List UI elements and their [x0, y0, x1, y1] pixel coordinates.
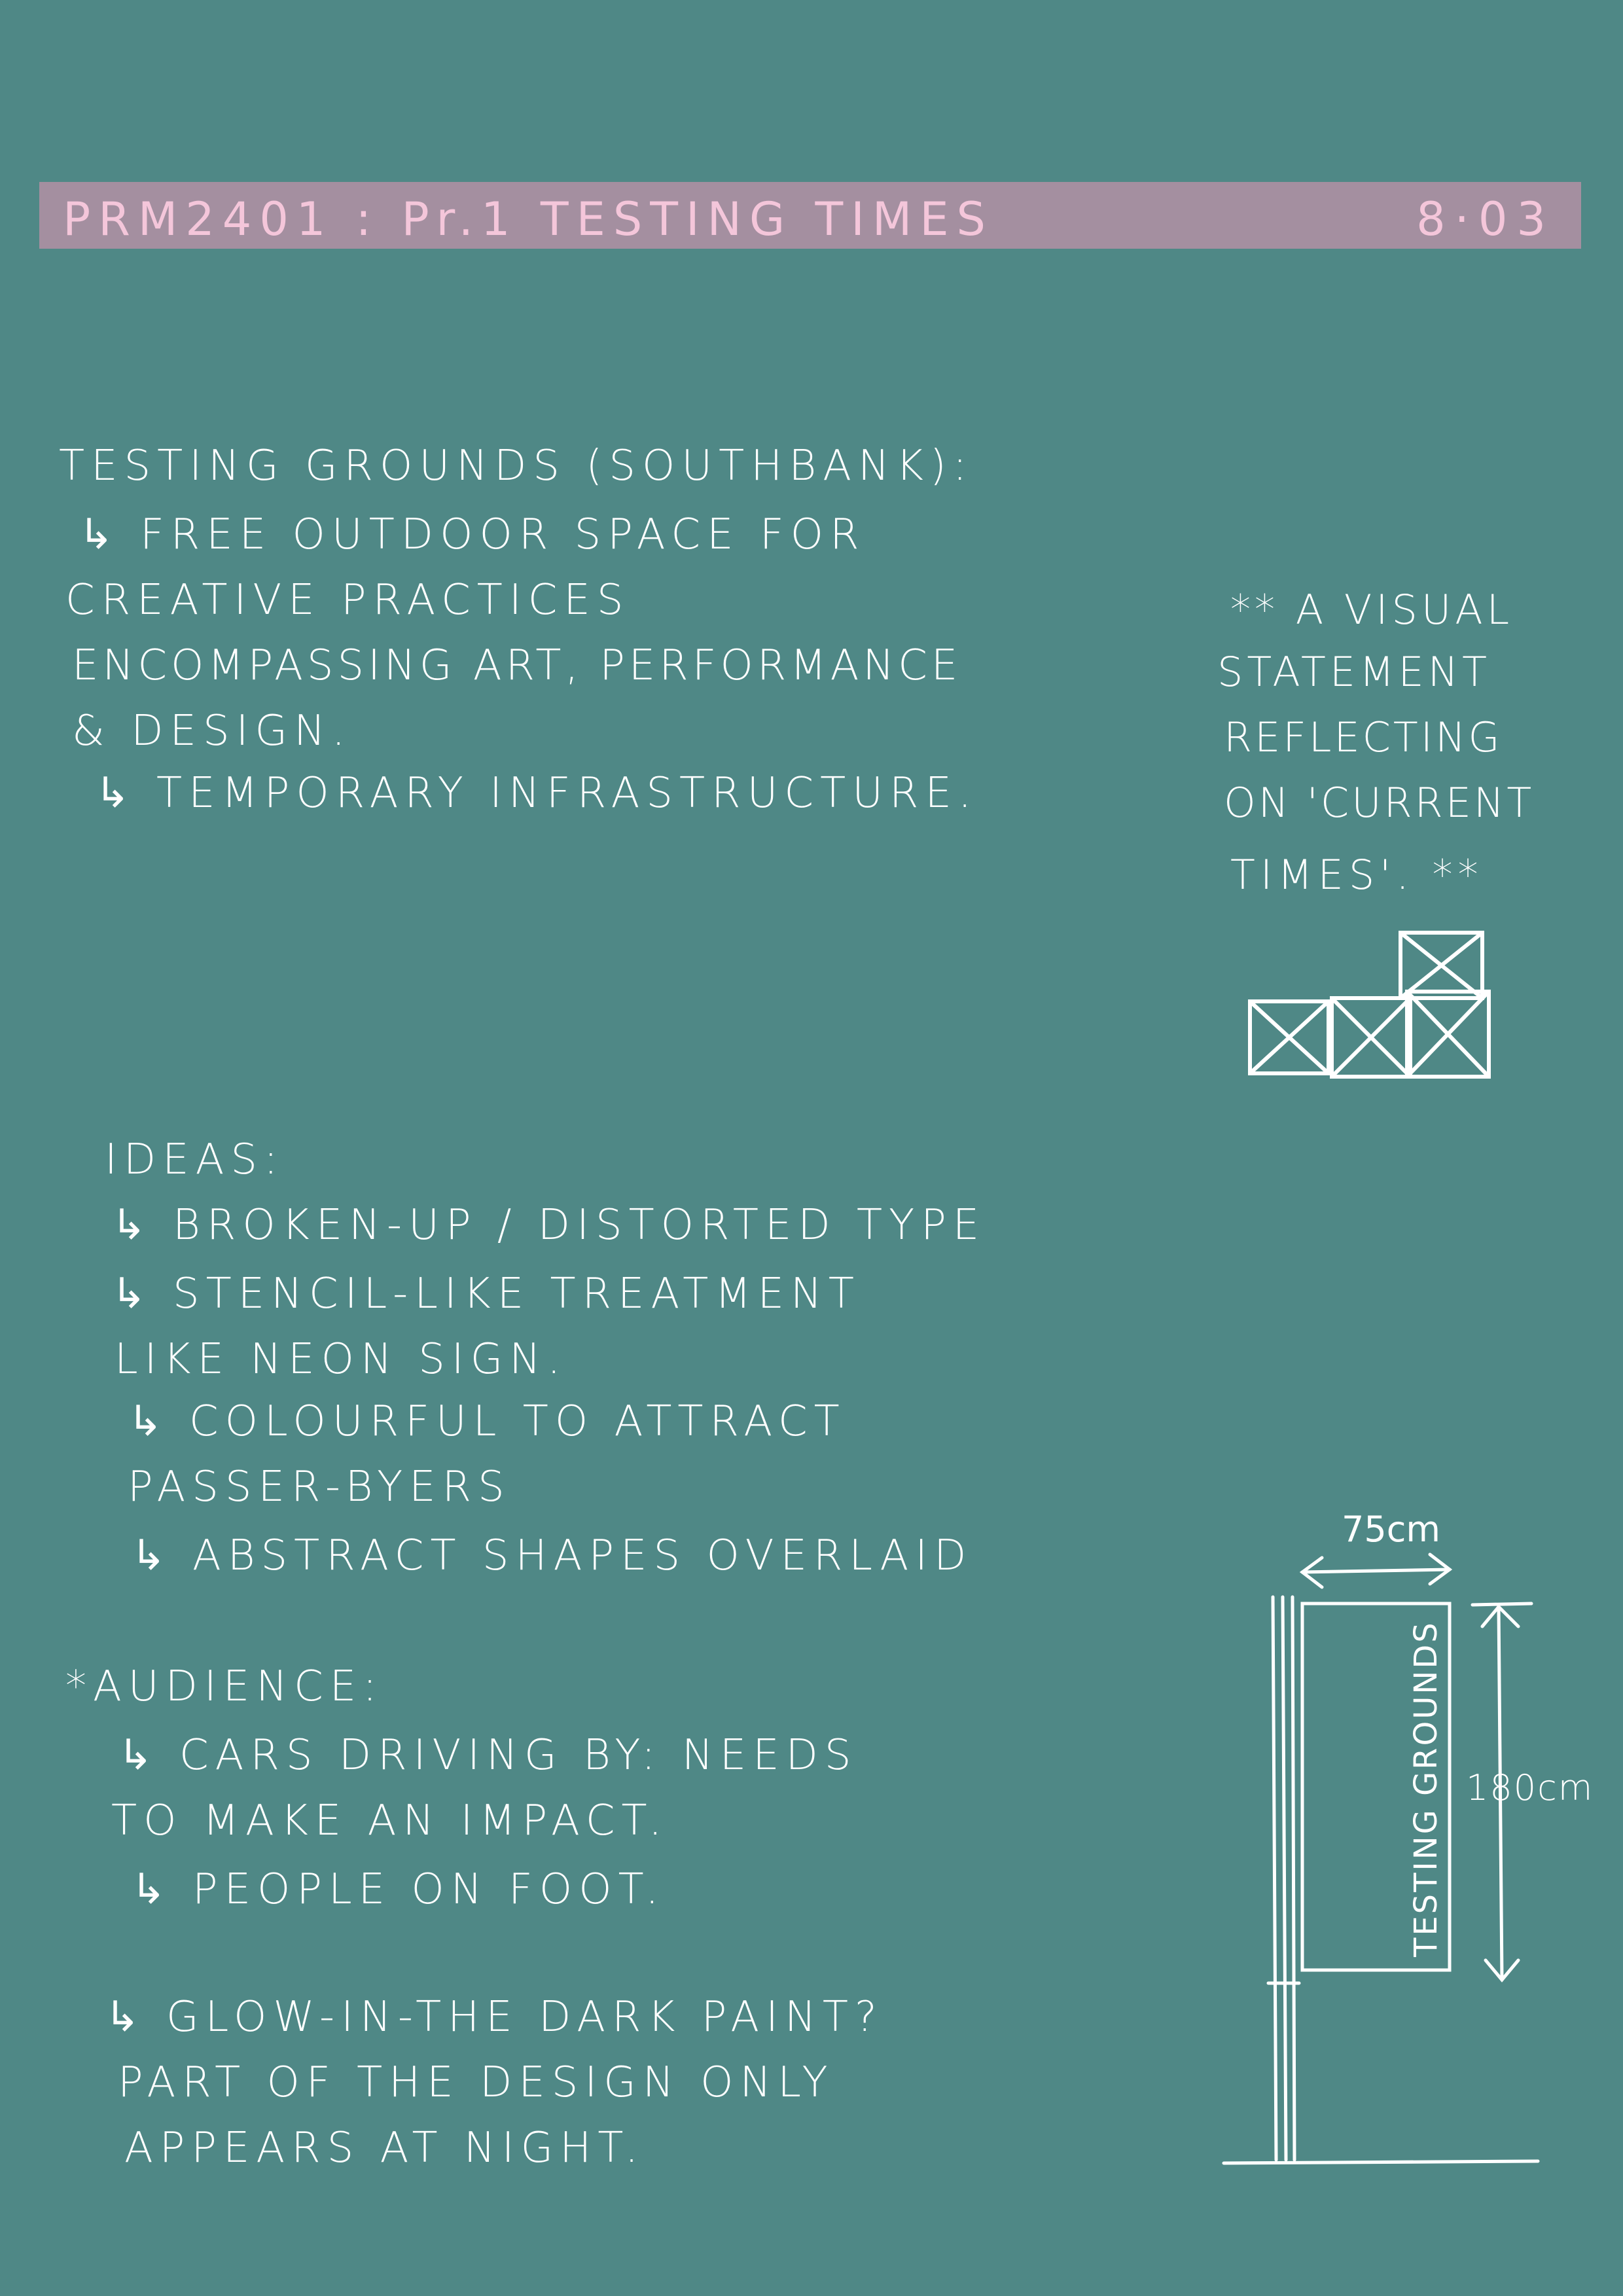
glow-line: APPEARS AT NIGHT.: [124, 2124, 645, 2172]
audience-line: ↳ PEOPLE ON FOOT.: [131, 1865, 666, 1914]
testing-grounds-line: ↳ TEMPORARY INFRASTRUCTURE.: [95, 769, 978, 817]
ideas-line: PASSER-BYERS: [128, 1463, 511, 1511]
statement-line: ON 'CURRENT: [1224, 779, 1535, 827]
height-label-text: 180cm: [1466, 1767, 1594, 1808]
page-date: 8·03: [1416, 192, 1555, 246]
testing-grounds-heading: TESTING GROUNDS (SOUTHBANK):: [59, 442, 974, 490]
width-label: 75cm: [1342, 1509, 1440, 1550]
testing-grounds-line: ENCOMPASSING ART, PERFORMANCE: [72, 641, 962, 690]
ideas-line: ↳ ABSTRACT SHAPES OVERLAID: [131, 1532, 973, 1580]
banner-sketch: 75cm 180cm TESTING GROUNDS: [1222, 1509, 1540, 2165]
statement-line: ** A VISUAL: [1230, 586, 1514, 634]
testing-grounds-line: ↳ FREE OUTDOOR SPACE FOR: [79, 511, 866, 559]
glow-line: PART OF THE DESIGN ONLY: [118, 2058, 834, 2107]
ideas-line: ↳ BROKEN-UP / DISTORTED TYPE: [111, 1201, 986, 1249]
statement-line: TIMES'. **: [1230, 851, 1484, 899]
crossed-boxes-sketch: [1248, 931, 1491, 1079]
statement-line: STATEMENT: [1217, 648, 1491, 696]
page-title: PRM2401 : Pr.1 TESTING TIMES: [63, 192, 993, 246]
statement-line: REFLECTING: [1224, 713, 1503, 761]
audience-heading: *AUDIENCE:: [65, 1662, 383, 1711]
audience-line: ↳ CARS DRIVING BY: NEEDS: [118, 1731, 858, 1780]
banner-text: TESTING GROUNDS: [1408, 1621, 1444, 1958]
ideas-line: LIKE NEON SIGN.: [115, 1335, 567, 1384]
testing-grounds-line: CREATIVE PRACTICES: [65, 576, 630, 624]
glow-line: ↳ GLOW-IN-THE DARK PAINT?: [105, 1993, 883, 2041]
ideas-heading: IDEAS:: [105, 1136, 285, 1184]
header-bar: PRM2401 : Pr.1 TESTING TIMES 8·03: [39, 182, 1581, 249]
audience-line: TO MAKE AN IMPACT.: [111, 1797, 669, 1845]
testing-grounds-line: & DESIGN.: [72, 707, 352, 755]
ideas-line: ↳ COLOURFUL TO ATTRACT: [128, 1397, 846, 1446]
ideas-line: ↳ STENCIL-LIKE TREATMENT: [111, 1270, 861, 1318]
